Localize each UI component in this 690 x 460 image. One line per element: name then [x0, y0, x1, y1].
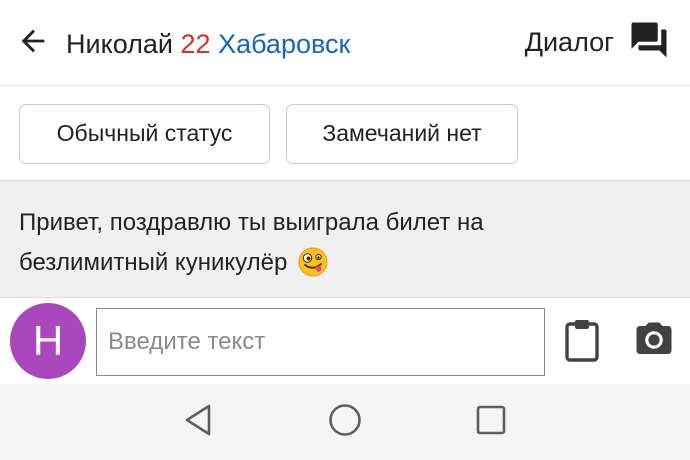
chip-remarks[interactable]: Замечаний нет: [286, 104, 518, 164]
top-app-bar: Николай 22 Хабаровск Диалог: [0, 0, 690, 86]
dialog-label: Диалог: [524, 27, 614, 57]
message-text-block: Привет, поздравлю ты выиграла билет на б…: [19, 203, 639, 290]
chat-title: Николай 22 Хабаровск: [66, 26, 350, 62]
contact-name: Николай: [66, 29, 173, 59]
avatar[interactable]: Н: [10, 303, 86, 379]
nav-recent-icon: [474, 403, 508, 442]
nav-back-button[interactable]: [178, 402, 218, 442]
nav-home-icon: [327, 402, 363, 443]
clipboard-button[interactable]: [560, 318, 604, 366]
contact-age: 22: [180, 29, 211, 59]
message-input[interactable]: [96, 308, 545, 376]
chip-status[interactable]: Обычный статус: [19, 104, 270, 164]
chat-screen: Николай 22 Хабаровск Диалог Обычный стат…: [0, 0, 690, 460]
forum-icon: [628, 19, 670, 66]
camera-icon: [633, 319, 675, 366]
zany-face-emoji-icon: [298, 247, 328, 290]
dialog-button[interactable]: Диалог: [525, 20, 670, 64]
message-composer: Н: [0, 298, 690, 384]
clipboard-icon: [563, 318, 601, 367]
message-bubble: Привет, поздравлю ты выиграла билет на б…: [0, 180, 690, 298]
system-navigation-bar: [0, 384, 690, 460]
camera-button[interactable]: [630, 320, 678, 364]
nav-back-icon: [182, 402, 214, 443]
nav-home-button[interactable]: [325, 402, 365, 442]
arrow-back-icon: [16, 24, 50, 63]
back-button[interactable]: [14, 24, 52, 62]
message-text: Привет, поздравлю ты выиграла билет на б…: [19, 209, 484, 276]
status-chips: Обычный статус Замечаний нет: [0, 86, 690, 180]
contact-city: Хабаровск: [218, 29, 351, 59]
nav-recent-button[interactable]: [471, 402, 511, 442]
